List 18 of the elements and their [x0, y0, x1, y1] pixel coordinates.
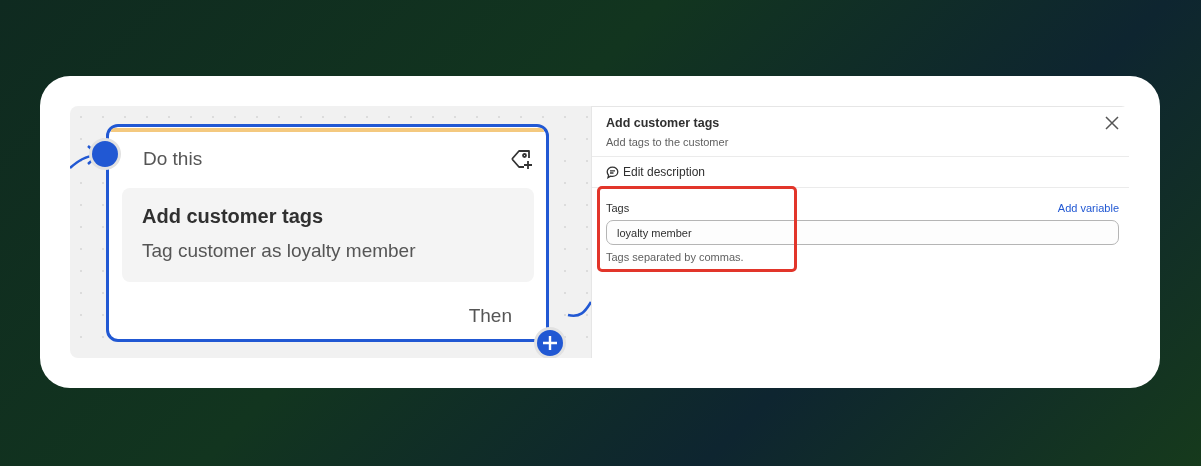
field-label: Tags — [606, 202, 630, 214]
speech-bubble-icon — [606, 165, 619, 179]
help-text: Tags separated by commas. — [606, 251, 745, 263]
tag-plus-icon — [510, 148, 534, 170]
outgoing-connector — [567, 301, 591, 317]
node-header-label: Do this — [143, 148, 203, 170]
close-icon — [1105, 116, 1119, 130]
add-variable-link[interactable]: Add variable — [1057, 202, 1119, 214]
then-label: Then — [468, 305, 512, 327]
add-step-button[interactable] — [534, 327, 566, 358]
edit-description-link[interactable]: Edit description — [606, 165, 706, 179]
node-description: Tag customer as loyalty member — [142, 240, 417, 262]
node-title: Add customer tags — [142, 205, 325, 228]
input-field[interactable]: loyalty member — [606, 220, 1119, 245]
action-node-card[interactable]: Do this Add customer tags Tag customer as loyalty member Then — [106, 124, 549, 342]
panel-title: Add customer tags — [606, 116, 721, 130]
panel-subtitle: Add tags to the customer — [606, 136, 729, 148]
input-port-handle[interactable] — [89, 138, 121, 170]
